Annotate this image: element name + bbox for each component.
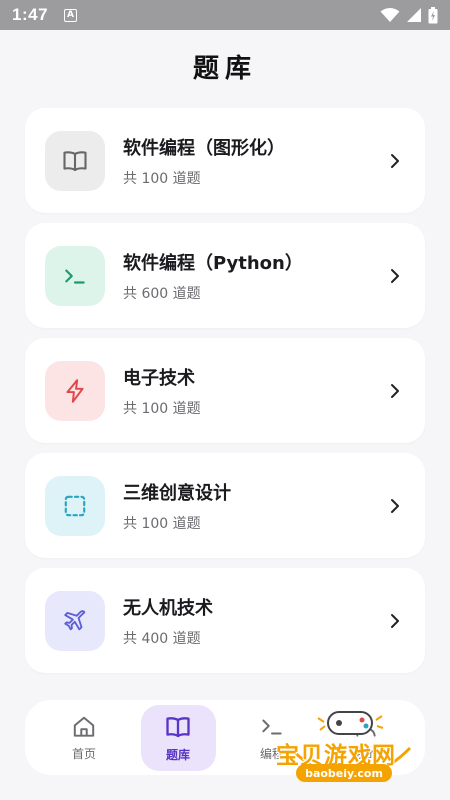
notification-a-icon: A [64, 8, 78, 22]
dashed-square-icon [64, 495, 86, 516]
battery-icon [428, 6, 438, 23]
category-card-graphical-programming[interactable]: 软件编程（图形化） 共 100 道题 [25, 108, 425, 213]
nav-tab-programming[interactable]: 编程 [235, 705, 310, 771]
lightning-icon [66, 378, 84, 403]
nav-tab-question-bank[interactable]: 题库 [140, 704, 216, 771]
nav-label-profile: 我的 [353, 746, 378, 761]
nav-label-programming: 编程 [259, 746, 284, 761]
bottom-navigation: 首页 题库 编程 我的 [25, 700, 425, 775]
status-time: 1:47 [12, 5, 49, 24]
home-icon [73, 716, 95, 737]
nav-tab-home[interactable]: 首页 [47, 705, 122, 771]
card-question-count: 共 600 道题 [123, 285, 201, 302]
card-icon-box [45, 130, 105, 191]
card-question-count: 共 100 道题 [123, 170, 201, 187]
category-card-electronics[interactable]: 电子技术 共 100 道题 [25, 338, 425, 443]
book-icon [63, 150, 87, 171]
chevron-right-icon [385, 498, 405, 514]
card-icon-box [45, 475, 105, 536]
card-title: 软件编程（Python） [123, 252, 303, 274]
card-title: 三维创意设计 [123, 482, 231, 504]
card-title: 软件编程（图形化） [123, 137, 285, 159]
card-icon-box [45, 590, 105, 651]
chevron-right-icon [385, 153, 405, 169]
nav-label-home: 首页 [71, 746, 96, 761]
card-question-count: 共 100 道题 [123, 400, 201, 417]
card-icon-box [45, 245, 105, 306]
airplane-icon [64, 609, 86, 630]
terminal-icon [262, 719, 282, 734]
category-card-python-programming[interactable]: 软件编程（Python） 共 600 道题 [25, 223, 425, 328]
status-bar: 1:47 A [0, 0, 450, 30]
category-card-drone-technology[interactable]: 无人机技术 共 400 道题 [25, 568, 425, 673]
card-icon-box [45, 360, 105, 421]
card-title: 无人机技术 [123, 597, 213, 619]
page-title: 题库 [192, 54, 257, 84]
nav-label-question-bank: 题库 [165, 747, 190, 762]
question-bank-list: 软件编程（图形化） 共 100 道题 软件编程（Python） 共 600 道题 [25, 108, 425, 683]
terminal-icon [65, 269, 85, 284]
nav-tab-profile[interactable]: 我的 [329, 705, 404, 771]
chevron-right-icon [385, 268, 405, 284]
chevron-right-icon [385, 383, 405, 399]
status-icons [380, 6, 438, 24]
category-card-3d-design[interactable]: 三维创意设计 共 100 道题 [25, 453, 425, 558]
user-icon [356, 716, 376, 737]
chevron-right-icon [385, 613, 405, 629]
wifi-icon [380, 8, 400, 22]
card-title: 电子技术 [123, 367, 195, 389]
signal-icon [407, 8, 421, 22]
book-icon [166, 716, 190, 737]
card-question-count: 共 100 道题 [123, 515, 201, 532]
card-question-count: 共 400 道题 [123, 630, 201, 647]
